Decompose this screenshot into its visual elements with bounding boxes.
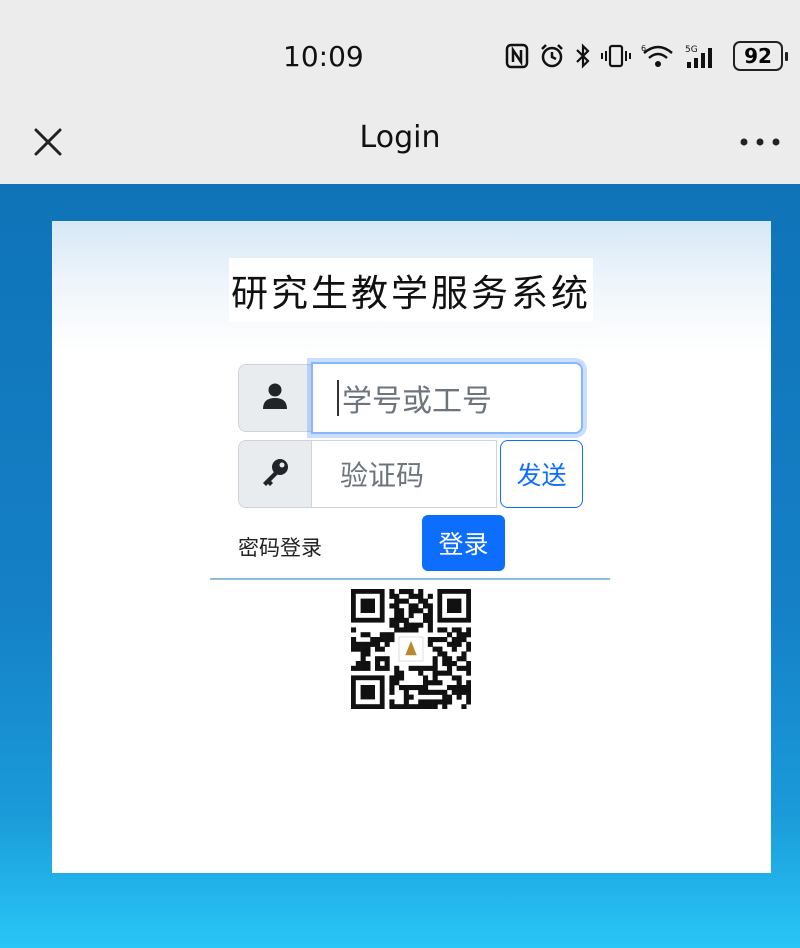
verification-code-input[interactable]: 验证码: [311, 440, 497, 508]
key-icon: [260, 457, 290, 491]
status-time: 10:09: [283, 40, 364, 73]
text-caret: [337, 380, 339, 416]
5g-signal-icon: 5G: [685, 41, 723, 71]
password-login-link[interactable]: 密码登录: [238, 532, 322, 562]
alarm-icon: [539, 41, 565, 71]
send-code-button[interactable]: 发送: [500, 440, 583, 508]
wifi-icon: 6: [641, 41, 675, 71]
close-icon[interactable]: [28, 122, 68, 162]
bluetooth-icon: [575, 41, 591, 71]
svg-text:5G: 5G: [685, 45, 698, 55]
divider: [210, 578, 610, 580]
system-title: 研究生教学服务系统: [229, 258, 593, 322]
user-addon: [238, 364, 312, 432]
page-title: Login: [359, 120, 441, 155]
status-icons: 6 5G 92: [505, 38, 788, 74]
user-id-input[interactable]: 学号或工号: [311, 362, 583, 434]
login-button[interactable]: 登录: [422, 515, 505, 571]
nfc-icon: [505, 41, 529, 71]
code-addon: [238, 440, 312, 508]
more-icon[interactable]: [738, 122, 782, 162]
user-icon: [261, 382, 289, 414]
verification-code-placeholder: 验证码: [340, 459, 425, 492]
qr-code: [351, 589, 472, 710]
vibrate-icon: [601, 41, 631, 71]
svg-text:6: 6: [641, 44, 646, 53]
status-bar: 10:09 6 5G 92: [0, 0, 800, 100]
nav-bar: Login: [0, 100, 800, 184]
user-id-placeholder: 学号或工号: [342, 384, 492, 419]
battery-indicator: 92: [733, 41, 788, 71]
